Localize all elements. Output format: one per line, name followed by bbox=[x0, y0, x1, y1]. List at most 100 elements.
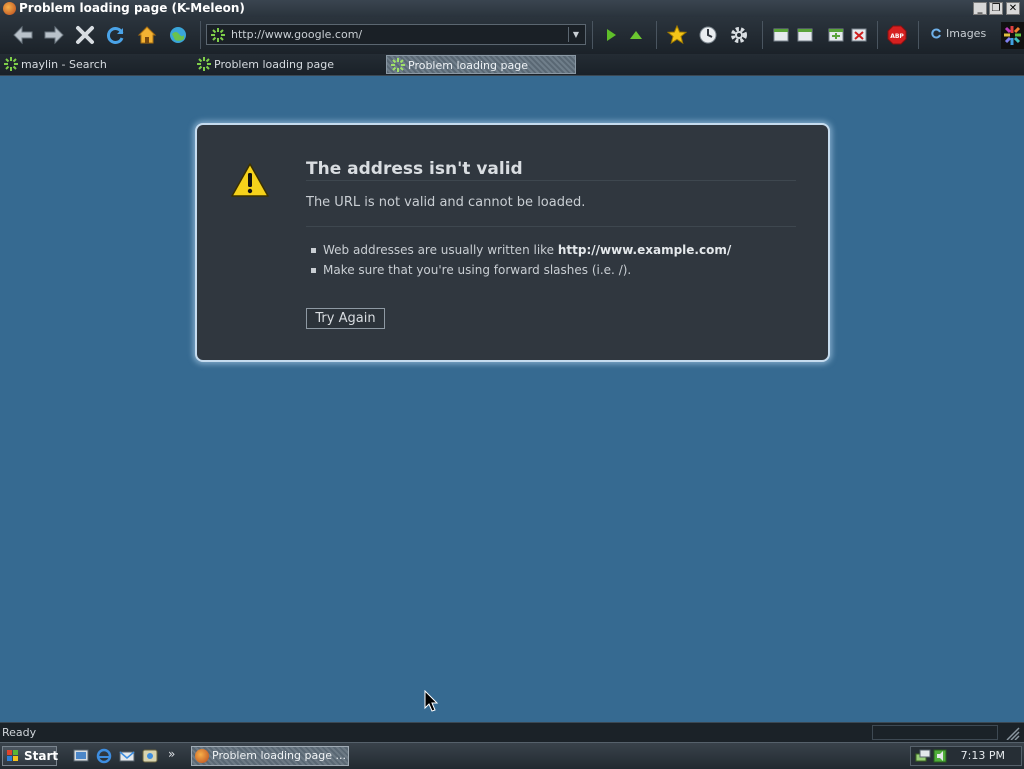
show-desktop-icon[interactable] bbox=[73, 748, 89, 764]
forward-arrow-icon bbox=[44, 25, 64, 45]
error-dialog: The address isn't valid The URL is not v… bbox=[195, 123, 830, 362]
k-meleon-app-icon bbox=[3, 2, 16, 15]
toolbar-separator bbox=[918, 21, 919, 49]
loading-spinner-icon bbox=[211, 28, 225, 42]
system-tray: 7:13 PM bbox=[910, 746, 1022, 766]
window-icon bbox=[797, 28, 813, 42]
window-title: Problem loading page (K-Meleon) bbox=[19, 1, 245, 15]
reload-button[interactable] bbox=[104, 23, 128, 47]
url-dropdown-button[interactable]: ▼ bbox=[568, 27, 583, 42]
home-icon bbox=[137, 26, 157, 44]
tab-problem-loading-page-2-active[interactable]: Problem loading page bbox=[386, 55, 576, 74]
network-tray-icon[interactable] bbox=[915, 749, 931, 763]
volume-tray-icon[interactable] bbox=[933, 749, 947, 763]
stop-x-icon bbox=[76, 26, 94, 44]
toolbar-separator bbox=[762, 21, 763, 49]
suggestion-text: Make sure that you're using forward slas… bbox=[323, 263, 632, 277]
maximize-button[interactable]: ❐ bbox=[989, 2, 1003, 15]
settings-button[interactable] bbox=[727, 23, 751, 47]
taskbar-clock: 7:13 PM bbox=[960, 749, 1005, 762]
globe-icon bbox=[170, 27, 186, 43]
throbber-icon bbox=[1004, 26, 1021, 45]
suggestion-item: Make sure that you're using forward slas… bbox=[306, 260, 731, 280]
close-window-button[interactable] bbox=[847, 23, 871, 47]
k-meleon-throbber-logo bbox=[1001, 22, 1024, 49]
tab-label: Problem loading page bbox=[408, 59, 528, 72]
home-button[interactable] bbox=[135, 23, 159, 47]
loading-spinner-icon bbox=[197, 57, 211, 71]
play-triangle-icon bbox=[607, 29, 616, 41]
taskbar-window-k-meleon[interactable]: Problem loading page ... bbox=[191, 746, 349, 766]
star-icon bbox=[667, 25, 687, 45]
stop-button[interactable] bbox=[73, 23, 97, 47]
tab-label: Problem loading page bbox=[214, 58, 334, 71]
bookmarks-button[interactable] bbox=[665, 23, 689, 47]
play-button[interactable] bbox=[599, 23, 623, 47]
outlook-express-icon[interactable] bbox=[119, 748, 135, 764]
status-text: Ready bbox=[2, 726, 37, 739]
tab-maylin-search[interactable]: maylin - Search bbox=[0, 55, 190, 74]
k-meleon-app-icon bbox=[195, 749, 209, 763]
divider bbox=[306, 226, 796, 227]
loading-spinner-icon bbox=[4, 57, 18, 71]
divider bbox=[306, 180, 796, 181]
try-again-button[interactable]: Try Again bbox=[306, 308, 385, 329]
back-arrow-icon bbox=[13, 25, 33, 45]
window-icon bbox=[773, 28, 789, 42]
adblock-stop-icon: ABP bbox=[887, 25, 907, 45]
toolbar-separator bbox=[877, 21, 878, 49]
close-button[interactable]: ✕ bbox=[1006, 2, 1020, 15]
resize-grip-icon[interactable] bbox=[1005, 726, 1021, 740]
back-button[interactable] bbox=[11, 23, 35, 47]
warning-triangle-icon bbox=[231, 163, 269, 197]
toolbar-separator bbox=[200, 21, 201, 49]
status-bar: Ready bbox=[0, 722, 1024, 743]
tab-label: maylin - Search bbox=[21, 58, 107, 71]
title-bar: Problem loading page (K-Meleon) _ ❐ ✕ bbox=[0, 0, 1024, 17]
forward-button[interactable] bbox=[42, 23, 66, 47]
loading-spinner-icon bbox=[391, 58, 405, 72]
toolbar-separator bbox=[656, 21, 657, 49]
error-title: The address isn't valid bbox=[306, 159, 523, 179]
window-layout-button-1[interactable] bbox=[769, 23, 793, 47]
media-player-icon[interactable] bbox=[142, 748, 158, 764]
adblock-button[interactable]: ABP bbox=[885, 23, 909, 47]
close-window-icon bbox=[851, 28, 867, 42]
go-button[interactable] bbox=[166, 23, 190, 47]
task-label: Problem loading page ... bbox=[212, 749, 346, 762]
page-content: The address isn't valid The URL is not v… bbox=[0, 76, 1024, 722]
up-triangle-icon bbox=[630, 31, 642, 39]
history-button[interactable] bbox=[696, 23, 720, 47]
example-url: http://www.example.com/ bbox=[557, 243, 732, 257]
new-window-button[interactable] bbox=[824, 23, 848, 47]
up-button[interactable] bbox=[624, 23, 648, 47]
tab-bar: maylin - Search Problem loading page Pro… bbox=[0, 54, 1024, 76]
images-label: Images bbox=[946, 27, 987, 40]
gear-icon bbox=[731, 27, 747, 43]
images-refresh-icon bbox=[931, 28, 941, 39]
svg-text:ABP: ABP bbox=[890, 33, 904, 40]
window-layout-button-2[interactable] bbox=[793, 23, 817, 47]
status-pane bbox=[872, 725, 998, 740]
start-button[interactable]: Start bbox=[2, 746, 59, 766]
quicklaunch-overflow-chevron[interactable]: » bbox=[168, 747, 175, 761]
suggestion-text: Web addresses are usually written like bbox=[323, 243, 558, 257]
url-bar[interactable]: ▼ bbox=[206, 24, 586, 45]
suggestion-item: Web addresses are usually written like h… bbox=[306, 240, 731, 260]
clock-icon bbox=[699, 26, 717, 44]
taskbar: Start » Problem loading page ... 7:13 PM bbox=[0, 742, 1024, 769]
tab-problem-loading-page-1[interactable]: Problem loading page bbox=[193, 55, 383, 74]
internet-explorer-icon[interactable] bbox=[96, 748, 112, 764]
error-suggestions-list: Web addresses are usually written like h… bbox=[306, 240, 731, 280]
url-input[interactable] bbox=[231, 27, 561, 42]
reload-icon bbox=[106, 27, 124, 44]
images-toggle[interactable]: Images bbox=[930, 27, 986, 40]
navigation-toolbar: ▼ ABP Images bbox=[0, 17, 1024, 55]
new-window-icon bbox=[828, 28, 844, 42]
toolbar-separator bbox=[592, 21, 593, 49]
mouse-cursor-icon bbox=[424, 690, 439, 712]
windows-flag-icon bbox=[7, 750, 18, 761]
minimize-button[interactable]: _ bbox=[973, 2, 987, 15]
error-description: The URL is not valid and cannot be loade… bbox=[306, 195, 586, 210]
start-label: Start bbox=[24, 749, 59, 763]
